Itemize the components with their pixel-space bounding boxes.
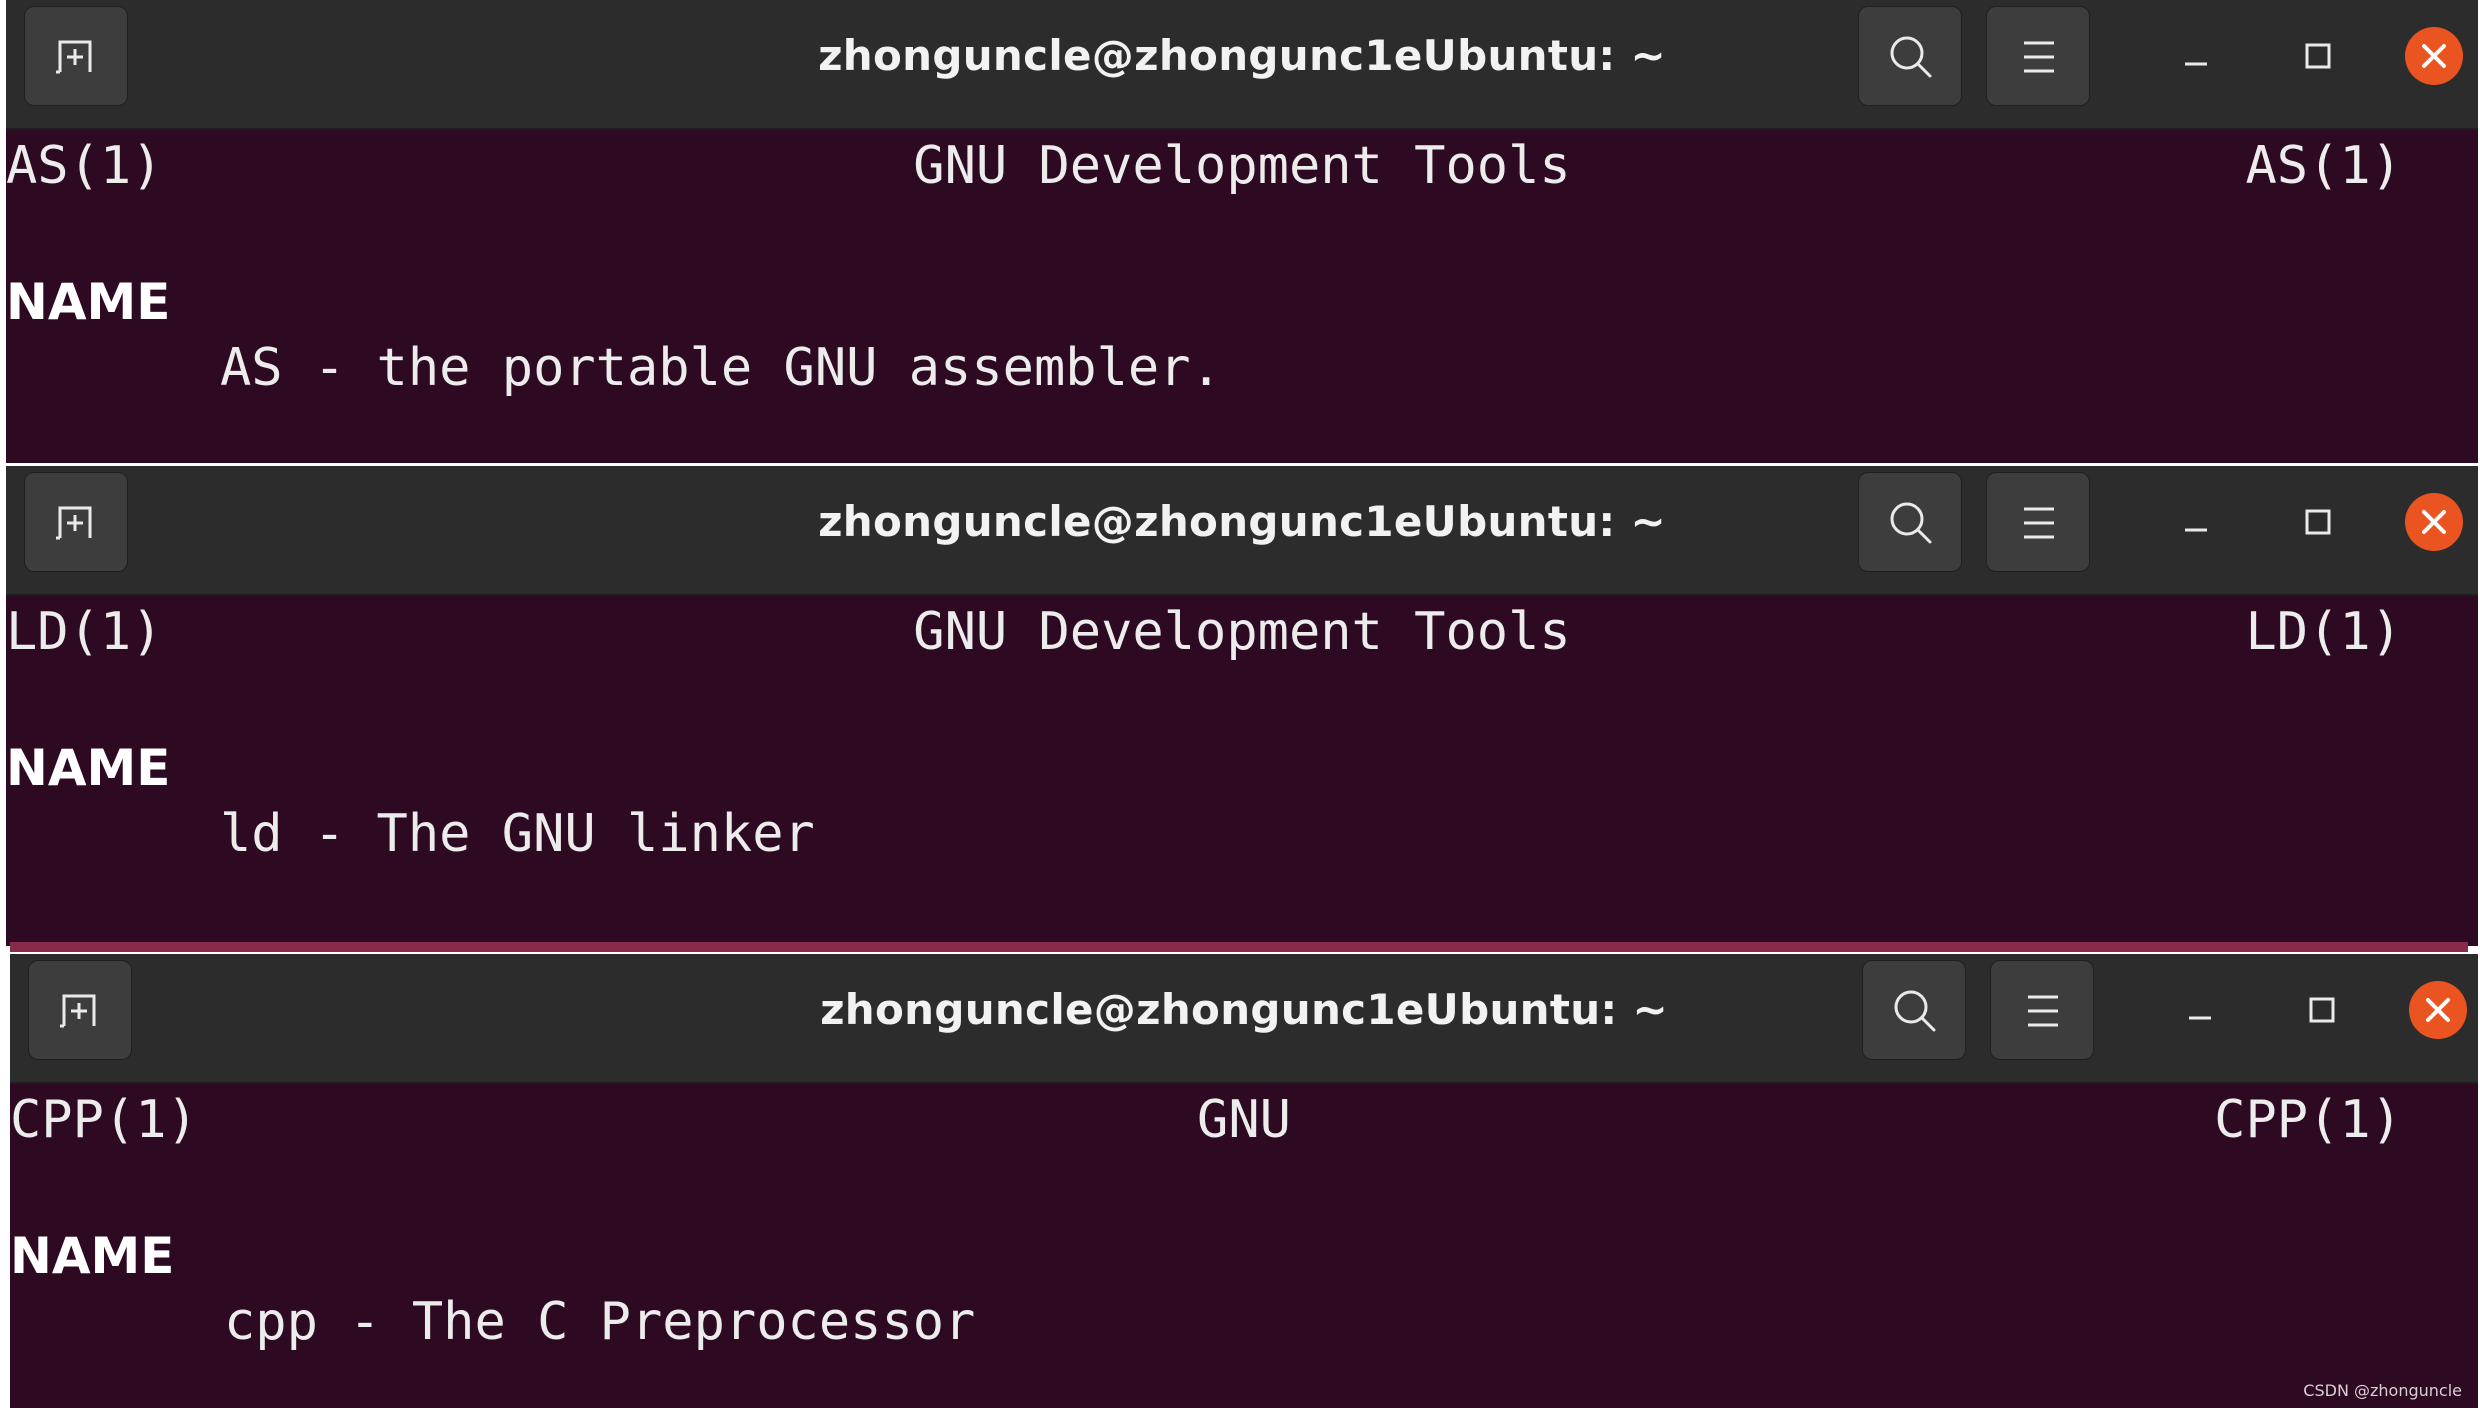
window-titlebar[interactable]: zhonguncle@zhongunc1eUbuntu: ~: [6, 0, 2478, 130]
maximize-button[interactable]: [2292, 980, 2352, 1040]
minimize-icon: [2185, 62, 2207, 66]
menu-button[interactable]: [1986, 472, 2090, 572]
search-icon: [1890, 502, 1932, 544]
man-header-right: LD(1): [2245, 602, 2402, 662]
close-icon: [2405, 27, 2463, 85]
man-description: cpp - The C Preprocessor: [224, 1292, 976, 1352]
window-titlebar[interactable]: zhonguncle@zhongunc1eUbuntu: ~: [6, 466, 2478, 596]
maximize-button[interactable]: [2288, 492, 2348, 552]
man-header-center: GNU Development Tools: [913, 136, 1571, 196]
search-button[interactable]: [1862, 960, 1966, 1060]
menu-button[interactable]: [1986, 6, 2090, 106]
screenshot-canvas: zhonguncle@zhongunc1eUbuntu: ~ AS(1) GNU…: [0, 0, 2480, 1408]
man-section-heading: NAME: [10, 1227, 175, 1285]
minimize-icon: [2185, 528, 2207, 532]
man-description: ld - The GNU linker: [220, 804, 815, 864]
close-button[interactable]: [2404, 26, 2464, 86]
window-title: zhonguncle@zhongunc1eUbuntu: ~: [818, 31, 1666, 80]
window-title: zhonguncle@zhongunc1eUbuntu: ~: [818, 497, 1666, 546]
search-button[interactable]: [1858, 472, 1962, 572]
maximize-icon: [2309, 997, 2335, 1023]
hamburger-menu-icon: [2024, 41, 2054, 73]
man-description: AS - the portable GNU assembler.: [220, 338, 1222, 398]
window-title: zhonguncle@zhongunc1eUbuntu: ~: [820, 985, 1668, 1034]
minimize-button[interactable]: [2166, 26, 2226, 86]
man-header-right: CPP(1): [2214, 1090, 2402, 1150]
terminal-content[interactable]: AS(1) GNU Development Tools AS(1) NAME A…: [6, 130, 2478, 463]
maximize-icon: [2305, 509, 2331, 535]
hamburger-menu-icon: [2028, 995, 2058, 1027]
man-section-heading: NAME: [6, 739, 171, 797]
terminal-window-as: zhonguncle@zhongunc1eUbuntu: ~ AS(1) GNU…: [6, 0, 2478, 463]
hamburger-menu-icon: [2024, 507, 2054, 539]
man-section-heading: NAME: [6, 273, 171, 331]
terminal-content[interactable]: CPP(1) GNU CPP(1) NAME cpp - The C Prepr…: [10, 1084, 2478, 1408]
minimize-button[interactable]: [2166, 492, 2226, 552]
man-header-right: AS(1): [2245, 136, 2402, 196]
terminal-window-cpp: zhonguncle@zhongunc1eUbuntu: ~ CPP(1) GN…: [10, 954, 2478, 1408]
close-icon: [2409, 981, 2467, 1039]
search-icon: [1890, 36, 1932, 78]
maximize-icon: [2305, 43, 2331, 69]
minimize-button[interactable]: [2170, 980, 2230, 1040]
close-button[interactable]: [2404, 492, 2464, 552]
menu-button[interactable]: [1990, 960, 2094, 1060]
window-titlebar[interactable]: zhonguncle@zhongunc1eUbuntu: ~: [10, 954, 2478, 1084]
terminal-window-ld: zhonguncle@zhongunc1eUbuntu: ~ LD(1) GNU…: [6, 466, 2478, 946]
minimize-icon: [2189, 1016, 2211, 1020]
watermark: CSDN @zhonguncle: [2303, 1381, 2462, 1400]
man-header-center: GNU Development Tools: [913, 602, 1571, 662]
close-button[interactable]: [2408, 980, 2468, 1040]
terminal-content[interactable]: LD(1) GNU Development Tools LD(1) NAME l…: [6, 596, 2478, 946]
search-icon: [1894, 990, 1936, 1032]
close-icon: [2405, 493, 2463, 551]
maximize-button[interactable]: [2288, 26, 2348, 86]
window-edge-divider: [10, 942, 2468, 952]
search-button[interactable]: [1858, 6, 1962, 106]
man-header-center: GNU: [1197, 1090, 1291, 1150]
